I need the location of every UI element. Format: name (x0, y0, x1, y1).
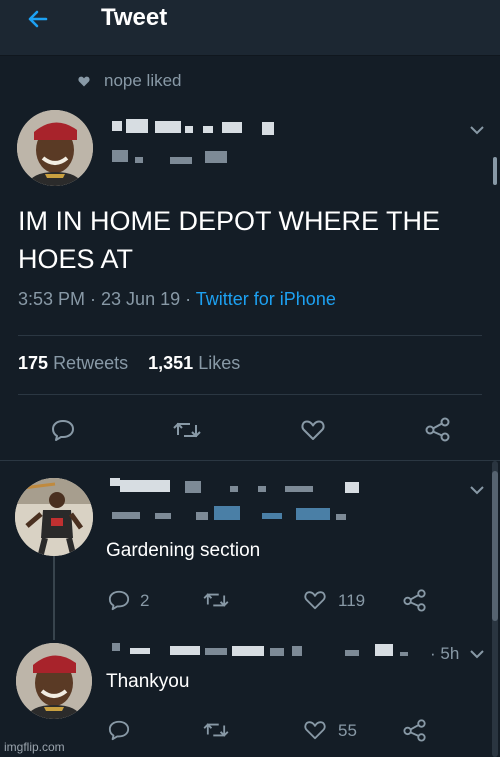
divider (18, 335, 482, 336)
reply-text: Gardening section (106, 540, 261, 561)
tweet-stats: 175 Retweets 1,351 Likes (18, 353, 240, 374)
reply-avatar[interactable] (15, 478, 93, 556)
chevron-down-icon[interactable] (469, 124, 485, 136)
reply-timestamp: · 5h (430, 644, 460, 663)
avatar-image (15, 478, 93, 556)
app-header: Tweet (0, 0, 500, 56)
reply-count: 2 (140, 591, 150, 610)
retweet-icon[interactable] (202, 590, 230, 610)
reply-text: Thankyou (106, 671, 190, 692)
avatar-image (17, 110, 93, 186)
divider (18, 394, 482, 395)
liked-by-text: nope liked (104, 71, 182, 90)
heart-small-icon (78, 76, 90, 86)
retweets-count[interactable]: 175 (18, 353, 48, 373)
likes-label[interactable]: Likes (198, 353, 240, 373)
retweet-icon[interactable] (172, 419, 202, 441)
scrollbar[interactable] (493, 157, 497, 185)
share-icon[interactable] (402, 718, 428, 742)
retweets-label[interactable]: Retweets (53, 353, 128, 373)
tweet-timestamp: 3:53 PM · 23 Jun 19 · (18, 289, 196, 309)
reply-icon[interactable] (107, 719, 131, 741)
social-context: nope liked (78, 70, 182, 92)
likes-count[interactable]: 1,351 (148, 353, 193, 373)
like-count: 119 (338, 591, 366, 610)
heart-icon[interactable] (300, 418, 326, 442)
thread-line (53, 556, 55, 640)
avatar[interactable] (17, 110, 93, 186)
share-icon[interactable] (402, 588, 428, 612)
chevron-down-icon[interactable] (469, 484, 485, 496)
tweet-text: IM IN HOME DEPOT WHERE THE HOES AT (18, 206, 441, 274)
tweet-meta: 3:53 PM · 23 Jun 19 · Twitter for iPhone (18, 289, 336, 310)
tweet-source[interactable]: Twitter for iPhone (196, 289, 336, 309)
reply-icon[interactable] (107, 589, 131, 611)
scrollbar[interactable] (492, 461, 498, 757)
scrollbar-thumb[interactable] (492, 471, 498, 621)
heart-icon[interactable] (303, 719, 327, 741)
share-icon[interactable] (424, 416, 452, 442)
divider (0, 460, 500, 461)
reply-avatar[interactable] (16, 643, 92, 719)
like-count: 55 (338, 721, 357, 740)
watermark: imgflip.com (4, 740, 65, 754)
retweet-icon[interactable] (202, 720, 230, 740)
reply-icon[interactable] (50, 418, 76, 442)
page-title: Tweet (101, 4, 168, 31)
back-arrow-icon[interactable] (22, 4, 56, 34)
chevron-down-icon[interactable] (469, 648, 485, 660)
avatar-image (16, 643, 92, 719)
heart-icon[interactable] (303, 589, 327, 611)
